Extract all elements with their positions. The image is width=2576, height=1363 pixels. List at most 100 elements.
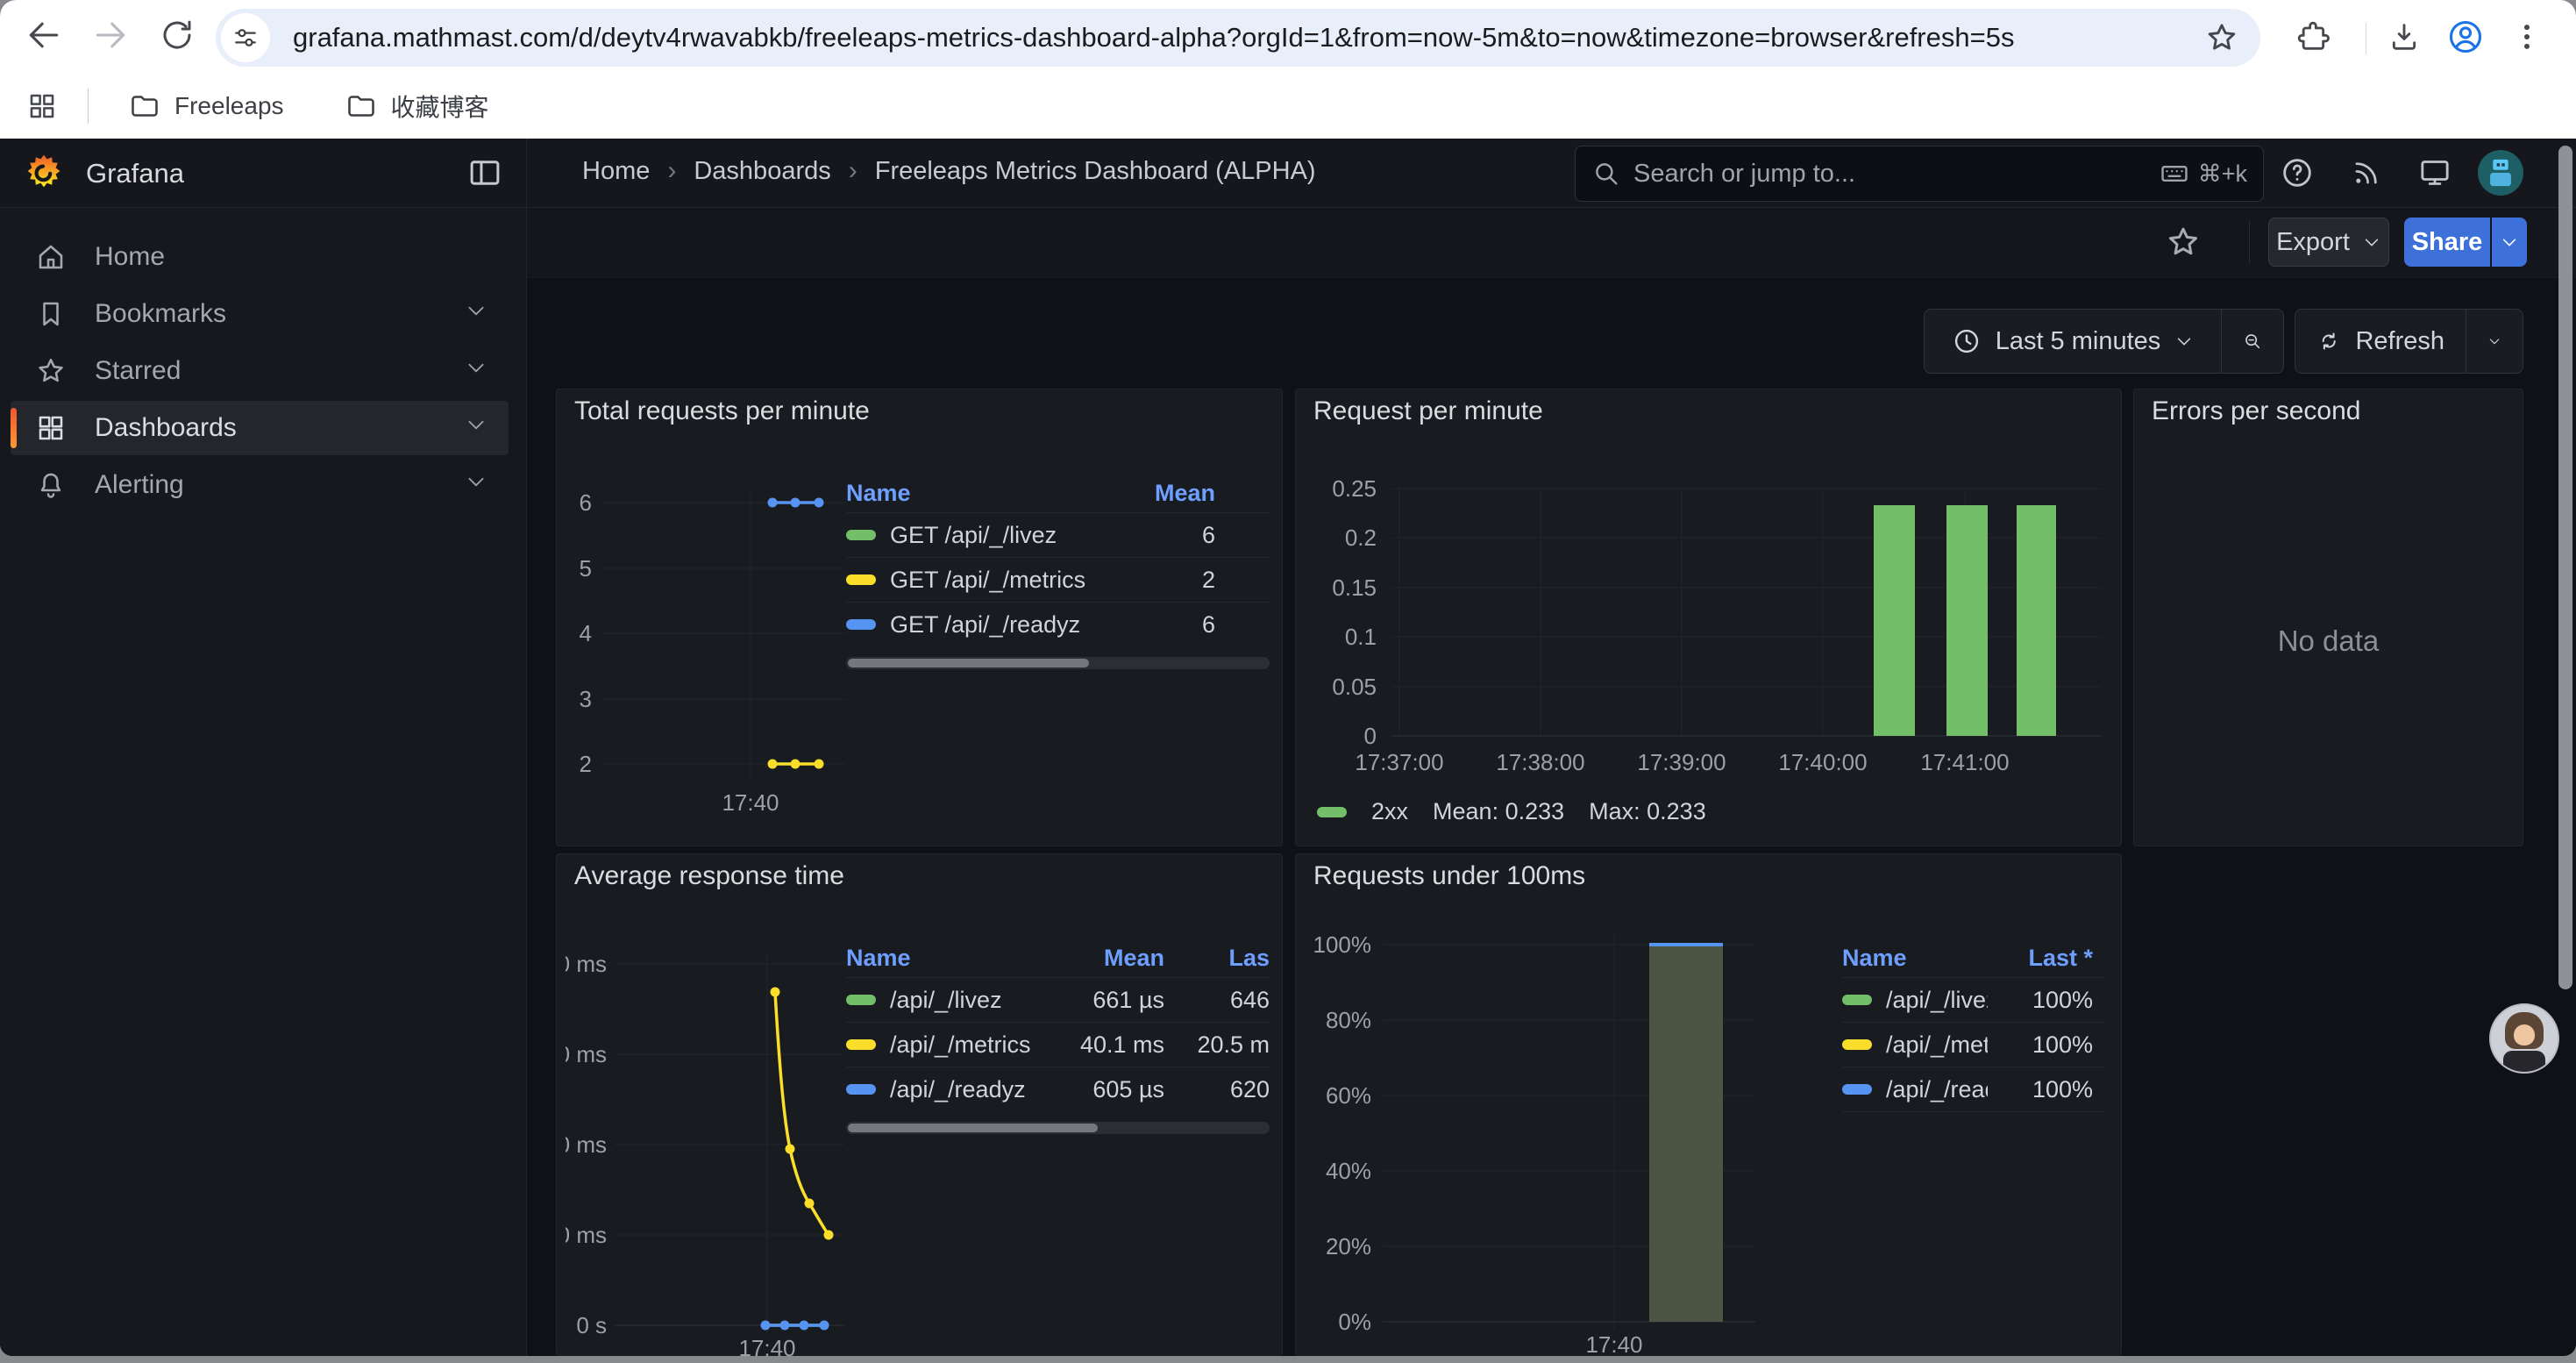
legend-scrollbar[interactable] [846,1122,1270,1134]
legend-col-mean[interactable]: Mean [1042,945,1164,972]
chevron-down-icon[interactable] [465,470,487,500]
y-tick: 6 [580,489,592,516]
keyboard-icon [2160,159,2189,189]
series-name: 2xx [1371,798,1408,825]
total-requests-chart[interactable]: 6 5 4 3 2 17:40 [566,488,855,821]
legend-row[interactable]: GET /api/_/readyz 6 [846,602,1270,646]
sidebar-item-dashboards[interactable]: Dashboards [11,401,509,455]
assistant-avatar[interactable] [2489,1003,2559,1074]
grafana-logo[interactable] [23,152,65,198]
series-color-pill [1317,807,1347,817]
url-bar[interactable]: grafana.mathmast.com/d/deytv4rwavabkb/fr… [216,9,2260,67]
zoom-out-button[interactable] [2222,310,2283,373]
sidebar: Home Bookmarks Starred Dashboards [0,208,527,1356]
request-per-minute-chart[interactable]: 0.25 0.2 0.15 0.1 0.05 0 17:37:00 17:38:… [1308,458,2115,778]
legend-row[interactable]: /api/_/livez 100% [1842,977,2105,1022]
legend-col-last[interactable]: Last * [1988,945,2105,972]
y-tick: 0% [1338,1309,1371,1335]
menu-kebab-icon[interactable] [2504,14,2550,60]
average-response-time-chart[interactable]: 80 ms 60 ms 40 ms 20 ms 0 s 17:40 [566,942,864,1356]
x-tick: 17:40 [1585,1331,1642,1356]
url-text[interactable]: grafana.mathmast.com/d/deytv4rwavabkb/fr… [293,22,2195,54]
y-tick: 0.25 [1332,475,1377,502]
export-label: Export [2276,228,2350,257]
x-tick: 17:40 [738,1335,795,1356]
extensions-icon[interactable] [2290,14,2336,60]
search-input[interactable]: Search or jump to... ⌘+k [1575,146,2264,202]
share-button[interactable]: Share [2404,218,2490,267]
legend-inline[interactable]: 2xx Mean: 0.233 Max: 0.233 [1317,798,1706,825]
screen: grafana.mathmast.com/d/deytv4rwavabkb/fr… [0,0,2576,1363]
legend-row[interactable]: /api/_/metrics 40.1 ms 20.5 m [846,1022,1270,1067]
series-mean: Mean: 0.233 [1433,798,1564,825]
bars-2xx [1874,505,2056,736]
user-avatar[interactable] [2478,150,2523,196]
bookmark-folder-label: 收藏博客 [391,89,489,124]
legend-col-name[interactable]: Name [1842,945,1988,972]
y-tick: 0.1 [1345,624,1377,650]
series-readyz-line [768,498,824,508]
sidebar-item-bookmarks[interactable]: Bookmarks [11,287,509,341]
breadcrumb-home[interactable]: Home [582,157,650,186]
legend-col-mean[interactable]: Mean [1110,480,1215,507]
chevron-down-icon [2500,232,2519,252]
series-metrics-line [768,760,824,769]
chevron-down-icon[interactable] [465,299,487,329]
legend-row[interactable]: /api/_/livez 661 µs 646 [846,977,1270,1022]
monitor-icon[interactable] [2415,153,2455,193]
legend-row[interactable]: /api/_/readyz 100% [1842,1067,2105,1112]
export-button[interactable]: Export [2268,218,2389,267]
site-settings-icon[interactable] [221,13,270,62]
bookmark-star-icon[interactable] [2195,11,2248,64]
requests-under-100ms-chart[interactable]: 100% 80% 60% 40% 20% 0% 17:40 [1308,923,1852,1356]
bookmark-folder-freeleaps[interactable]: Freeleaps [111,82,302,131]
profile-icon[interactable] [2443,14,2488,60]
bookmark-folder-blogs[interactable]: 收藏博客 [328,80,507,132]
panel-title[interactable]: Errors per second [2152,396,2360,426]
help-icon[interactable] [2277,153,2317,193]
x-tick: 17:40 [722,789,779,816]
legend-row[interactable]: GET /api/_/metrics 2 [846,557,1270,602]
scrollbar-vertical-thumb[interactable] [2558,146,2572,989]
back-arrow-icon[interactable] [21,12,67,58]
legend-scrollbar[interactable] [846,657,1270,669]
download-icon[interactable] [2381,14,2427,60]
forward-arrow-icon[interactable] [88,12,133,58]
y-tick: 60 ms [566,1041,607,1067]
x-tick: 17:41:00 [1920,749,2009,775]
refresh-button[interactable]: Refresh [2295,310,2466,373]
folder-icon [345,90,377,122]
reload-icon[interactable] [154,12,200,58]
header-divider [526,139,527,207]
refresh-interval-button[interactable] [2466,310,2523,373]
panel-title[interactable]: Average response time [574,861,844,891]
panel-title[interactable]: Total requests per minute [574,396,870,426]
legend-row[interactable]: /api/_/readyz 605 µs 620 [846,1067,1270,1111]
legend-row[interactable]: /api/_/metrics 100% [1842,1022,2105,1067]
y-tick: 80% [1326,1007,1371,1033]
legend-col-last[interactable]: Las [1164,945,1270,972]
legend-col-name[interactable]: Name [846,480,1110,507]
rss-icon[interactable] [2346,153,2387,193]
favorite-star-icon[interactable] [2165,224,2202,265]
panel-title[interactable]: Requests under 100ms [1313,861,1585,891]
legend-row[interactable]: GET /api/_/livez 6 [846,512,1270,557]
time-range-button[interactable]: Last 5 minutes [1925,310,2221,373]
panel-title[interactable]: Request per minute [1313,396,1543,426]
legend-col-name[interactable]: Name [846,945,1042,972]
folder-icon [129,90,160,122]
sidebar-item-starred[interactable]: Starred [11,344,509,398]
sidebar-item-home[interactable]: Home [11,230,509,284]
sidebar-item-alerting[interactable]: Alerting [11,458,509,512]
chevron-down-icon[interactable] [465,356,487,386]
share-menu-button[interactable] [2492,218,2527,267]
sidebar-toggle-icon[interactable] [466,154,503,196]
breadcrumb-dashboards[interactable]: Dashboards [694,157,830,186]
series-color-pill [846,1039,876,1050]
y-tick: 0 s [576,1312,607,1338]
search-shortcut: ⌘+k [2198,161,2247,188]
chevron-down-icon[interactable] [465,413,487,443]
refresh-icon [2316,326,2341,356]
apps-grid-icon[interactable] [19,83,65,129]
legend-header: Name Last * [1842,938,2105,977]
